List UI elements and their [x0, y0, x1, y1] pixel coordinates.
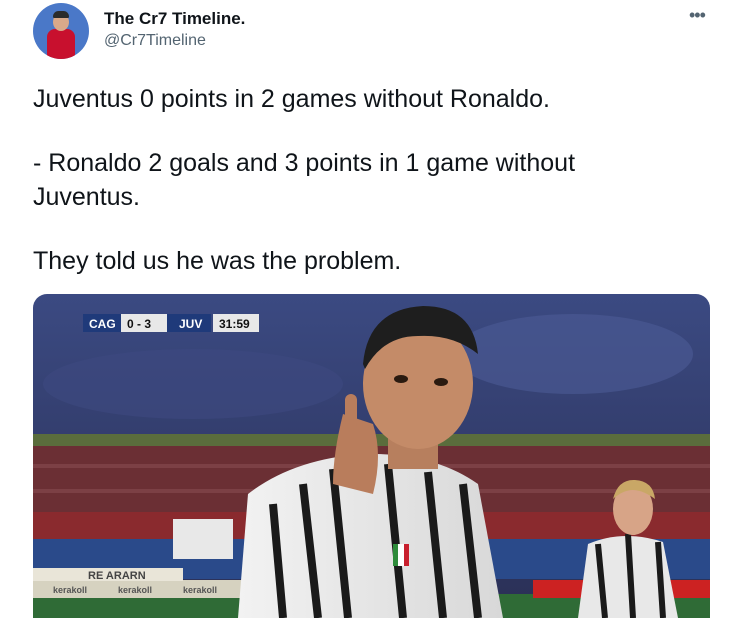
avatar-shirt	[47, 29, 75, 59]
scoreboard-home: CAG	[89, 317, 116, 331]
match-photo: kerakoll kerakoll kerakoll RE ARARN CAG …	[33, 294, 710, 618]
tweet-line-1: Juventus 0 points in 2 games without Ron…	[33, 85, 550, 113]
ad-board-text: kerakoll	[118, 585, 152, 595]
tweet-card: The Cr7 Timeline. @Cr7Timeline ••• Juven…	[0, 0, 750, 618]
avatar-hair	[53, 11, 69, 18]
author-name[interactable]: The Cr7 Timeline.	[104, 9, 245, 29]
scoreboard-score: 0 - 3	[127, 317, 151, 331]
tweet-line-2: - Ronaldo 2 goals and 3 points in 1 game…	[33, 149, 576, 211]
cloud	[43, 349, 343, 419]
player-finger	[345, 394, 357, 429]
author-handle[interactable]: @Cr7Timeline	[104, 32, 206, 50]
tweet-line-3: They told us he was the problem.	[33, 247, 402, 275]
ad-board-text: kerakoll	[183, 585, 217, 595]
more-options-icon[interactable]: •••	[689, 5, 706, 26]
tweet-media-image[interactable]: kerakoll kerakoll kerakoll RE ARARN CAG …	[33, 294, 710, 618]
scoreboard-away: JUV	[179, 317, 202, 331]
white-banner	[173, 519, 233, 559]
italy-badge-red	[404, 544, 409, 566]
scoreboard-clock: 31:59	[219, 317, 250, 331]
ad-board-text: kerakoll	[53, 585, 87, 595]
scoreboard: CAG 0 - 3 JUV 31:59	[83, 314, 259, 332]
tweet-text: Juventus 0 points in 2 games without Ron…	[33, 82, 693, 278]
board-text: RE ARARN	[88, 570, 146, 582]
cloud	[453, 314, 693, 394]
player-eye	[434, 378, 448, 386]
italy-badge-white	[398, 544, 404, 566]
profile-avatar[interactable]	[33, 3, 89, 59]
player-eye	[394, 375, 408, 383]
